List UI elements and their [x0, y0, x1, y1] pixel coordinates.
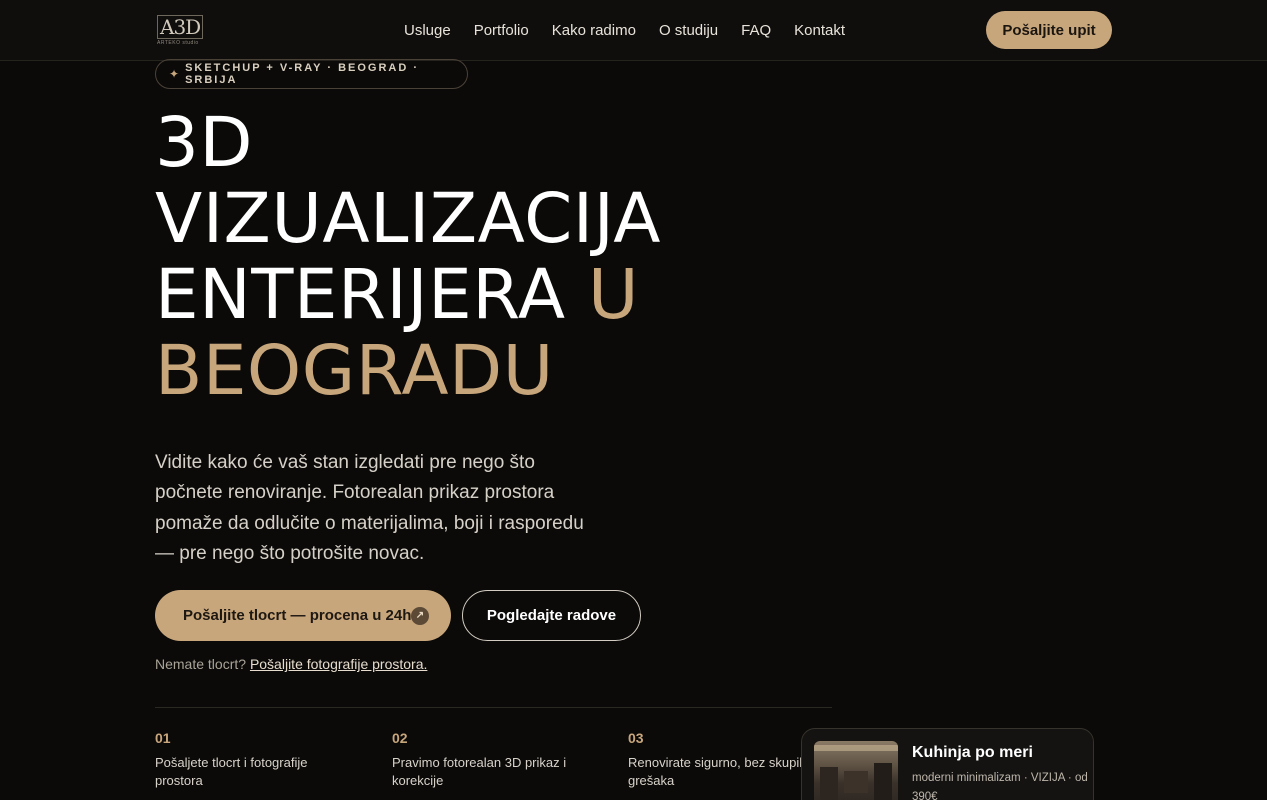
floorplan-note: Nemate tlocrt? Pošaljite fotografije pro… — [155, 656, 427, 672]
send-inquiry-button[interactable]: Pošaljite upit — [986, 11, 1112, 49]
site-header: A3D ARTEKO studio Usluge Portfolio Kako … — [0, 0, 1267, 61]
logo-mark: A3D — [157, 15, 204, 39]
send-floorplan-button[interactable]: Pošaljite tlocrt — procena u 24h ↗ — [155, 590, 451, 641]
step-text: Pravimo fotorealan 3D prikaz i korekcije — [392, 755, 567, 788]
nav-kontakt[interactable]: Kontakt — [794, 20, 845, 42]
floorplan-note-text: Nemate tlocrt? — [155, 656, 250, 672]
nav-faq[interactable]: FAQ — [741, 20, 771, 42]
logo[interactable]: A3D ARTEKO studio — [157, 15, 204, 46]
nav-usluge[interactable]: Usluge — [404, 20, 451, 42]
step-02: 02 Pravimo fotorealan 3D prikaz i korekc… — [392, 730, 612, 790]
arrow-up-right-icon: ↗ — [411, 607, 429, 625]
logo-subtitle: ARTEKO studio — [157, 40, 199, 46]
hero-title: 3D VIZUALIZACIJA ENTERIJERA U BEOGRADU — [155, 105, 795, 409]
send-floorplan-label: Pošaljite tlocrt — procena u 24h — [183, 607, 412, 624]
sparkle-icon: ✦ — [169, 67, 180, 81]
hero-title-line3: ENTERIJERA — [155, 255, 588, 335]
step-text: Pošaljete tlocrt i fotografije prostora — [155, 755, 308, 788]
project-card-title: Kuhinja po meri — [912, 744, 1033, 761]
hero-title-line3-accent: U — [587, 255, 639, 335]
send-photos-link[interactable]: Pošaljite fotografije prostora. — [250, 656, 427, 672]
project-card-meta: moderni minimalizam · VIZIJA · od 390€ — [912, 772, 1088, 800]
step-number: 01 — [155, 730, 171, 746]
view-portfolio-button[interactable]: Pogledajte radove — [462, 590, 641, 641]
step-text: Renovirate sigurno, bez skupih grešaka — [628, 755, 807, 788]
hero-lead: Vidite kako će vaš stan izgledati pre ne… — [155, 452, 584, 564]
main-nav: Usluge Portfolio Kako radimo O studiju F… — [404, 20, 868, 42]
nav-o-studiju[interactable]: O studiju — [659, 20, 718, 42]
hero-title-line4: BEOGRADU — [155, 331, 554, 411]
steps-divider — [155, 707, 832, 708]
nav-kako-radimo[interactable]: Kako radimo — [552, 20, 636, 42]
step-01: 01 Pošaljete tlocrt i fotografije prosto… — [155, 730, 375, 790]
hero-badge: ✦ SKETCHUP + V-RAY · BEOGRAD · SRBIJA — [155, 59, 468, 89]
step-number: 02 — [392, 730, 408, 746]
project-card[interactable]: Kuhinja po meri moderni minimalizam · VI… — [801, 728, 1094, 800]
hero-title-line1: 3D — [155, 103, 254, 183]
nav-portfolio[interactable]: Portfolio — [474, 20, 529, 42]
hero-badge-text: SKETCHUP + V-RAY · BEOGRAD · SRBIJA — [185, 62, 420, 86]
hero-title-line2: VIZUALIZACIJA — [155, 179, 661, 259]
project-thumbnail — [814, 741, 898, 800]
